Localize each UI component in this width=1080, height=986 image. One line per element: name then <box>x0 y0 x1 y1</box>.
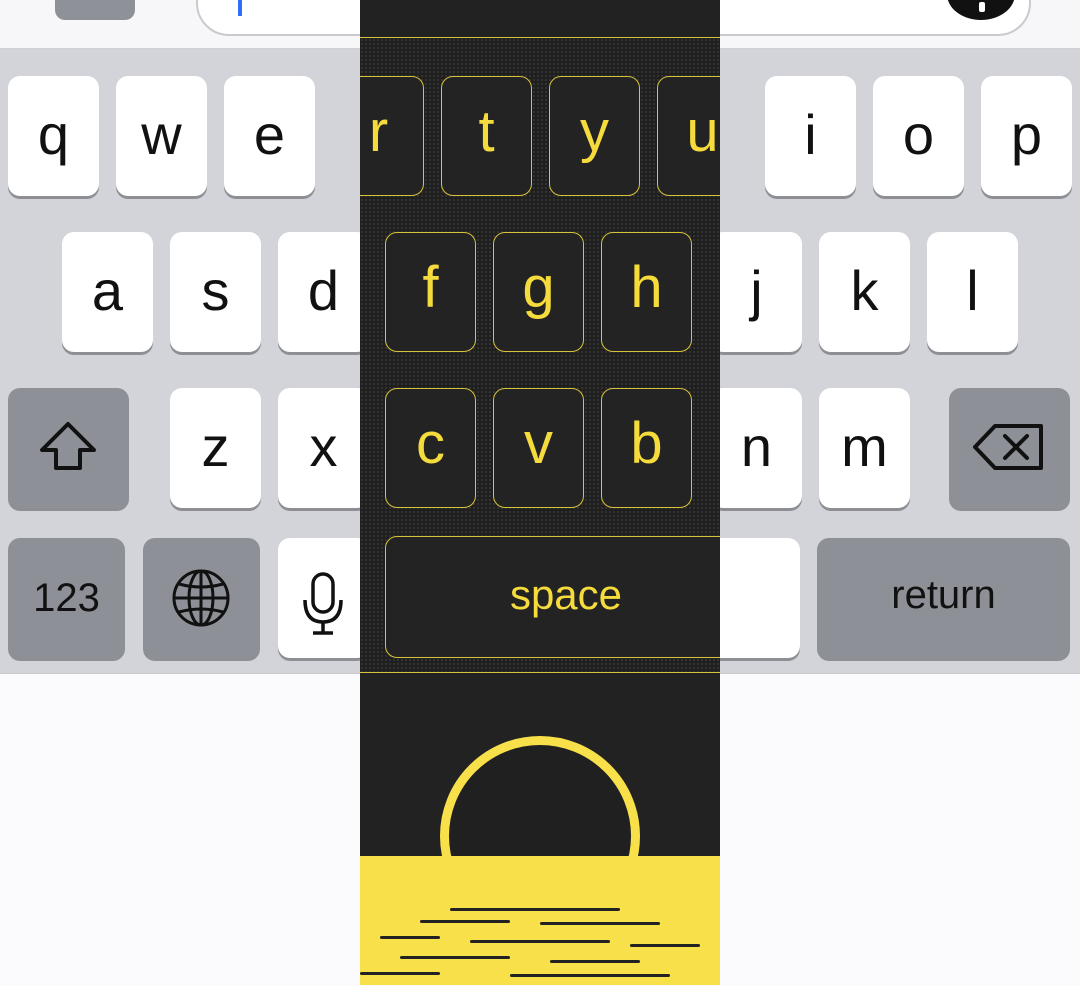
dictation-key[interactable] <box>278 538 369 658</box>
key-p[interactable]: p <box>981 76 1072 196</box>
sea-illustration <box>360 856 720 985</box>
themed-overlay-panel: r t y u f g h c v b space <box>360 0 720 985</box>
key-d[interactable]: d <box>278 232 369 352</box>
shift-key[interactable] <box>8 388 129 508</box>
delete-key[interactable] <box>949 388 1070 508</box>
microphone-icon <box>303 572 343 635</box>
key-l[interactable]: l <box>927 232 1018 352</box>
key-n[interactable]: n <box>711 388 802 508</box>
key-m[interactable]: m <box>819 388 910 508</box>
key-x[interactable]: x <box>278 388 369 508</box>
globe-key[interactable] <box>143 538 260 658</box>
backspace-icon <box>973 424 1043 470</box>
return-key[interactable]: return <box>817 538 1070 658</box>
key-e[interactable]: e <box>224 76 315 196</box>
key-r[interactable]: r <box>360 76 424 196</box>
camera-button[interactable] <box>55 0 135 20</box>
globe-icon <box>172 569 230 627</box>
key-t[interactable]: t <box>441 76 532 196</box>
key-w[interactable]: w <box>116 76 207 196</box>
key-z[interactable]: z <box>170 388 261 508</box>
key-o[interactable]: o <box>873 76 964 196</box>
key-k[interactable]: k <box>819 232 910 352</box>
key-q[interactable]: q <box>8 76 99 196</box>
key-h[interactable]: h <box>601 232 692 352</box>
key-j[interactable]: j <box>711 232 802 352</box>
key-u[interactable]: u <box>657 76 720 196</box>
text-caret <box>238 0 242 16</box>
key-v[interactable]: v <box>493 388 584 508</box>
key-c[interactable]: c <box>385 388 476 508</box>
shift-arrow-icon <box>40 422 96 470</box>
key-y[interactable]: y <box>549 76 640 196</box>
key-f[interactable]: f <box>385 232 476 352</box>
key-i[interactable]: i <box>765 76 856 196</box>
key-b[interactable]: b <box>601 388 692 508</box>
key-s[interactable]: s <box>170 232 261 352</box>
key-a[interactable]: a <box>62 232 153 352</box>
key-g[interactable]: g <box>493 232 584 352</box>
space-key[interactable]: space <box>385 536 720 658</box>
numbers-key[interactable]: 123 <box>8 538 125 658</box>
